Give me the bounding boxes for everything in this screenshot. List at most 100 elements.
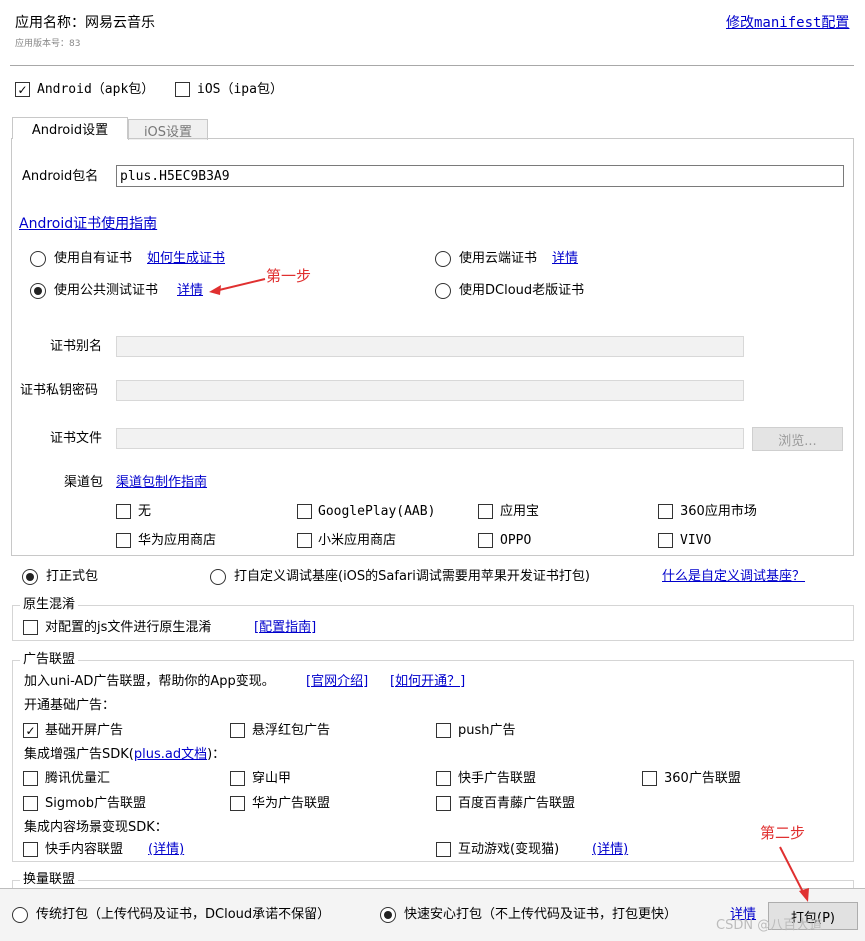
channel-label-oppo: OPPO — [500, 533, 532, 548]
floating-redpacket-ad-checkbox[interactable] — [230, 723, 245, 738]
baidu-ads-checkbox[interactable] — [436, 796, 451, 811]
interactive-game-details-link[interactable]: (详情) — [592, 842, 628, 858]
step2-annotation: 第二步 — [760, 824, 806, 842]
tab-ios-settings[interactable]: iOS设置 — [128, 119, 208, 140]
channel-label: 渠道包 — [64, 475, 104, 490]
generate-cert-link[interactable]: 如何生成证书 — [147, 251, 225, 267]
ads-360-checkbox[interactable] — [642, 771, 657, 786]
channel-googleplay-checkbox[interactable] — [297, 504, 312, 519]
interactive-game-label: 互动游戏(变现猫) — [458, 842, 560, 857]
check-icon: ✓ — [17, 82, 28, 97]
ios-label: iOS（ipa包） — [197, 82, 283, 97]
check-icon: ✓ — [25, 723, 36, 738]
sdk-title-post: )： — [207, 747, 226, 762]
release-build-label: 打正式包 — [46, 569, 99, 584]
push-ad-label: push广告 — [458, 723, 516, 738]
package-name-input[interactable] — [116, 165, 844, 187]
channel-oppo-checkbox[interactable] — [478, 533, 493, 548]
cert-file-label: 证书文件 — [50, 431, 103, 446]
push-ad-checkbox[interactable] — [436, 723, 451, 738]
obfuscation-title: 原生混淆 — [20, 597, 79, 613]
channel-none-checkbox[interactable] — [116, 504, 131, 519]
dcloud-legacy-cert-radio[interactable] — [435, 283, 451, 299]
channel-vivo-checkbox[interactable] — [658, 533, 673, 548]
sigmob-ads-checkbox[interactable] — [23, 796, 38, 811]
channel-label-googleplay: GooglePlay(AAB) — [318, 504, 436, 519]
ads-title: 广告联盟 — [20, 652, 79, 668]
public-cert-details-link[interactable]: 详情 — [177, 283, 203, 299]
channel-xiaomi-checkbox[interactable] — [297, 533, 312, 548]
channel-label-none: 无 — [138, 504, 152, 519]
fast-pack-label: 快速安心打包（不上传代码及证书，打包更快） — [404, 907, 678, 922]
channel-360-checkbox[interactable] — [658, 504, 673, 519]
channel-label-360: 360应用市场 — [680, 504, 757, 519]
exchange-title: 换量联盟 — [20, 872, 79, 888]
traditional-pack-radio[interactable] — [12, 907, 28, 923]
cloud-cert-label: 使用云端证书 — [459, 251, 538, 266]
ads-intro: 加入uni-AD广告联盟，帮助你的App变现。 — [24, 674, 275, 689]
own-cert-label: 使用自有证书 — [54, 251, 133, 266]
obfuscation-guide-link[interactable]: [配置指南] — [254, 620, 316, 636]
content-sdk-title: 集成内容场景变现SDK： — [24, 820, 168, 835]
android-checkbox[interactable]: ✓ — [15, 82, 30, 97]
pangle-ads-checkbox[interactable] — [230, 771, 245, 786]
sigmob-ads-label: Sigmob广告联盟 — [45, 796, 146, 811]
interactive-game-checkbox[interactable] — [436, 842, 451, 857]
cert-alias-label: 证书别名 — [50, 339, 103, 354]
edit-manifest-link[interactable]: 修改manifest配置 — [726, 12, 849, 32]
channel-label-huawei: 华为应用商店 — [138, 533, 217, 548]
cert-password-field[interactable] — [116, 380, 744, 401]
step1-arrow-icon — [209, 278, 266, 295]
csdn-watermark: CSDN @八百大道 — [716, 918, 823, 933]
channel-yingyongbao-checkbox[interactable] — [478, 504, 493, 519]
app-name: 应用名称：网易云音乐 — [15, 15, 155, 31]
cert-alias-field[interactable] — [116, 336, 744, 357]
ads-howto-link[interactable]: [如何开通？] — [390, 674, 465, 690]
channel-guide-link[interactable]: 渠道包制作指南 — [116, 475, 207, 491]
own-cert-radio[interactable] — [30, 251, 46, 267]
release-build-radio[interactable] — [22, 569, 38, 585]
huawei-ads-checkbox[interactable] — [230, 796, 245, 811]
sdk-title-pre: 集成增强广告SDK( — [24, 747, 134, 762]
channel-label-yingyongbao: 应用宝 — [500, 504, 540, 519]
step1-annotation: 第一步 — [266, 267, 312, 285]
package-name-label: Android包名 — [22, 169, 99, 184]
cert-password-label: 证书私钥密码 — [20, 383, 99, 398]
android-label: Android（apk包） — [37, 82, 155, 97]
kuaishou-content-checkbox[interactable] — [23, 842, 38, 857]
tencent-ads-checkbox[interactable] — [23, 771, 38, 786]
browse-button[interactable]: 浏览... — [752, 427, 843, 451]
splash-ad-label: 基础开屏广告 — [45, 723, 124, 738]
channel-huawei-checkbox[interactable] — [116, 533, 131, 548]
app-version: 应用版本号：83 — [15, 39, 81, 49]
ads-official-link[interactable]: [官网介绍] — [306, 674, 368, 690]
custom-debug-base-label: 打自定义调试基座(iOS的Safari调试需要用苹果开发证书打包) — [234, 569, 590, 584]
traditional-pack-label: 传统打包（上传代码及证书，DCloud承诺不保留） — [36, 907, 331, 922]
huawei-ads-label: 华为广告联盟 — [252, 796, 331, 811]
obfuscation-checkbox[interactable] — [23, 620, 38, 635]
channel-label-xiaomi: 小米应用商店 — [318, 533, 397, 548]
custom-debug-base-radio[interactable] — [210, 569, 226, 585]
cloud-cert-details-link[interactable]: 详情 — [552, 251, 578, 267]
cloud-cert-radio[interactable] — [435, 251, 451, 267]
public-test-cert-radio[interactable] — [30, 283, 46, 299]
cert-guide-link[interactable]: Android证书使用指南 — [19, 213, 157, 233]
ad-doc-link[interactable]: plus.ad文档 — [134, 747, 207, 762]
cert-file-field[interactable] — [116, 428, 744, 449]
baidu-ads-label: 百度百青藤广告联盟 — [458, 796, 576, 811]
kuaishou-ads-checkbox[interactable] — [436, 771, 451, 786]
ios-checkbox[interactable] — [175, 82, 190, 97]
custom-debug-base-link[interactable]: 什么是自定义调试基座？ — [662, 569, 805, 585]
kuaishou-content-details-link[interactable]: (详情) — [148, 842, 184, 858]
fast-pack-radio[interactable] — [380, 907, 396, 923]
kuaishou-ads-label: 快手广告联盟 — [458, 771, 537, 786]
floating-redpacket-ad-label: 悬浮红包广告 — [252, 723, 331, 738]
splash-ad-checkbox[interactable]: ✓ — [23, 723, 38, 738]
obfuscation-label: 对配置的js文件进行原生混淆 — [45, 620, 212, 635]
tab-android-settings[interactable]: Android设置 — [12, 117, 128, 139]
dcloud-legacy-cert-label: 使用DCloud老版证书 — [459, 283, 585, 298]
public-test-cert-label: 使用公共测试证书 — [54, 283, 159, 298]
tencent-ads-label: 腾讯优量汇 — [45, 771, 111, 786]
basic-ads-title: 开通基础广告： — [24, 698, 116, 713]
channel-label-vivo: VIVO — [680, 533, 712, 548]
